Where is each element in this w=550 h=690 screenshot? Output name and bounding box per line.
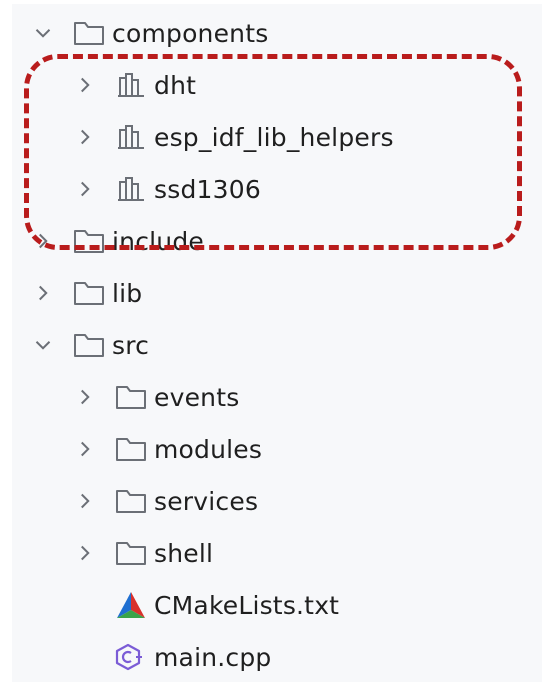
chevron-right-icon[interactable]	[72, 124, 98, 150]
project-tree-panel: components dht esp_idf_lib_helpers ssd13…	[12, 4, 542, 682]
tree-item-label: lib	[112, 278, 143, 308]
chevron-right-icon[interactable]	[30, 280, 56, 306]
tree-item-ssd1306[interactable]: ssd1306	[72, 166, 261, 212]
tree-item-label: services	[154, 486, 259, 516]
chevron-right-icon[interactable]	[72, 488, 98, 514]
tree-item-dht[interactable]: dht	[72, 62, 196, 108]
tree-item-events[interactable]: events	[72, 374, 239, 420]
tree-item-label: include	[112, 226, 204, 256]
tree-item-esp-idf-lib-helpers[interactable]: esp_idf_lib_helpers	[72, 114, 394, 160]
folder-icon	[114, 486, 148, 516]
chevron-right-icon[interactable]	[72, 384, 98, 410]
chevron-right-icon[interactable]	[72, 72, 98, 98]
folder-icon	[114, 382, 148, 412]
library-icon	[114, 70, 148, 100]
chevron-right-icon[interactable]	[72, 540, 98, 566]
tree-item-label: esp_idf_lib_helpers	[154, 122, 394, 152]
chevron-down-icon[interactable]	[30, 20, 56, 46]
chevron-right-icon[interactable]	[72, 436, 98, 462]
tree-item-label: modules	[154, 434, 263, 464]
cmake-icon	[114, 590, 148, 620]
tree-item-lib[interactable]: lib	[30, 270, 142, 316]
library-icon	[114, 122, 148, 152]
tree-item-label: components	[112, 18, 269, 48]
folder-icon	[72, 330, 106, 360]
tree-item-label: ssd1306	[154, 174, 261, 204]
tree-item-shell[interactable]: shell	[72, 530, 213, 576]
cpp-file-icon	[114, 642, 148, 672]
library-icon	[114, 174, 148, 204]
tree-item-main-cpp[interactable]: main.cpp	[72, 634, 272, 680]
folder-icon	[114, 538, 148, 568]
tree-item-label: src	[112, 330, 150, 360]
tree-item-label: events	[154, 382, 240, 412]
chevron-down-icon[interactable]	[30, 332, 56, 358]
tree-item-src[interactable]: src	[30, 322, 149, 368]
tree-item-modules[interactable]: modules	[72, 426, 262, 472]
tree-item-cmakelists[interactable]: CMakeLists.txt	[72, 582, 339, 628]
tree-item-label: shell	[154, 538, 214, 568]
tree-item-components[interactable]: components	[30, 10, 268, 56]
folder-icon	[72, 226, 106, 256]
tree-item-include[interactable]: include	[30, 218, 204, 264]
folder-icon	[114, 434, 148, 464]
tree-item-services[interactable]: services	[72, 478, 258, 524]
chevron-right-icon[interactable]	[30, 228, 56, 254]
tree-item-label: main.cpp	[154, 642, 272, 672]
chevron-right-icon[interactable]	[72, 176, 98, 202]
tree-item-label: CMakeLists.txt	[154, 590, 340, 620]
folder-icon	[72, 278, 106, 308]
tree-item-label: dht	[154, 70, 197, 100]
folder-icon	[72, 18, 106, 48]
